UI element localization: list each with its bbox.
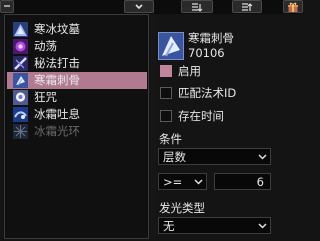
frost-aura-icon bbox=[13, 124, 28, 139]
toolbar-button-left[interactable] bbox=[0, 0, 14, 13]
list-item-arcane-strike[interactable]: 秘法打击 bbox=[7, 55, 147, 72]
glow-type-select[interactable]: 无 bbox=[158, 217, 271, 234]
condition-label: 条件 bbox=[159, 132, 182, 146]
threshold-input[interactable]: 6 bbox=[214, 173, 271, 190]
chevron-down-icon bbox=[194, 179, 203, 185]
chevron-down-icon bbox=[258, 154, 267, 160]
frenzied-curse-icon bbox=[13, 90, 28, 105]
match-spell-id-checkbox[interactable] bbox=[160, 87, 172, 99]
aura-detail-panel: 寒霜刺骨 70106 启用 匹配法术ID 存在时间 条件 层数 >= 6 发光类… bbox=[156, 14, 303, 241]
frost-bite-icon bbox=[13, 73, 28, 88]
list-item-label: 动荡 bbox=[34, 39, 57, 53]
unstable-icon bbox=[13, 39, 28, 54]
operator-select-value: >= bbox=[163, 175, 183, 189]
show-duration-checkbox[interactable] bbox=[160, 110, 172, 122]
aura-list: 寒冰坟墓 动荡 秘法打击 寒霜刺骨 狂咒 冰霜吐息 冰霜光环 bbox=[4, 14, 149, 239]
list-item-label: 冰霜吐息 bbox=[34, 107, 80, 121]
menu-icon bbox=[4, 5, 10, 7]
condition-select-value: 层数 bbox=[163, 150, 186, 164]
export-button[interactable] bbox=[232, 0, 262, 13]
enabled-checkbox[interactable] bbox=[160, 65, 172, 77]
list-item-unstable[interactable]: 动荡 bbox=[7, 38, 147, 55]
frost-breath-icon bbox=[13, 107, 28, 122]
dropdown-button[interactable] bbox=[124, 0, 154, 13]
list-item-label: 冰霜光环 bbox=[34, 124, 80, 138]
match-spell-id-label: 匹配法术ID bbox=[178, 86, 237, 100]
import-icon bbox=[192, 3, 203, 12]
list-item-label: 寒冰坟墓 bbox=[34, 22, 80, 36]
frost-bite-icon bbox=[158, 32, 184, 60]
ice-tomb-icon bbox=[13, 22, 28, 37]
operator-select[interactable]: >= bbox=[158, 173, 207, 190]
list-item-label: 秘法打击 bbox=[34, 56, 80, 70]
import-button[interactable] bbox=[181, 0, 213, 13]
show-duration-label: 存在时间 bbox=[178, 109, 224, 123]
aura-name: 寒霜刺骨 bbox=[188, 31, 234, 45]
list-item-label: 狂咒 bbox=[34, 90, 57, 104]
condition-select[interactable]: 层数 bbox=[158, 148, 271, 165]
enabled-label: 启用 bbox=[178, 64, 201, 78]
list-item-frost-breath[interactable]: 冰霜吐息 bbox=[7, 106, 147, 123]
spell-id: 70106 bbox=[188, 46, 225, 60]
list-item-frost-bite[interactable]: 寒霜刺骨 bbox=[7, 72, 147, 89]
list-item-frost-aura[interactable]: 冰霜光环 bbox=[7, 123, 147, 140]
chevron-down-icon bbox=[258, 223, 267, 229]
export-icon bbox=[242, 3, 253, 11]
list-item-label: 寒霜刺骨 bbox=[34, 73, 80, 87]
arcane-strike-icon bbox=[13, 56, 28, 71]
gift-button[interactable] bbox=[283, 0, 303, 13]
threshold-value: 6 bbox=[256, 175, 264, 189]
list-item-ice-tomb[interactable]: 寒冰坟墓 bbox=[7, 21, 147, 38]
glow-type-label: 发光类型 bbox=[159, 201, 205, 215]
glow-type-value: 无 bbox=[163, 219, 175, 233]
chevron-down-icon bbox=[135, 4, 143, 10]
gift-icon bbox=[288, 2, 298, 12]
list-item-frenzied-curse[interactable]: 狂咒 bbox=[7, 89, 147, 106]
toolbar bbox=[0, 0, 303, 14]
